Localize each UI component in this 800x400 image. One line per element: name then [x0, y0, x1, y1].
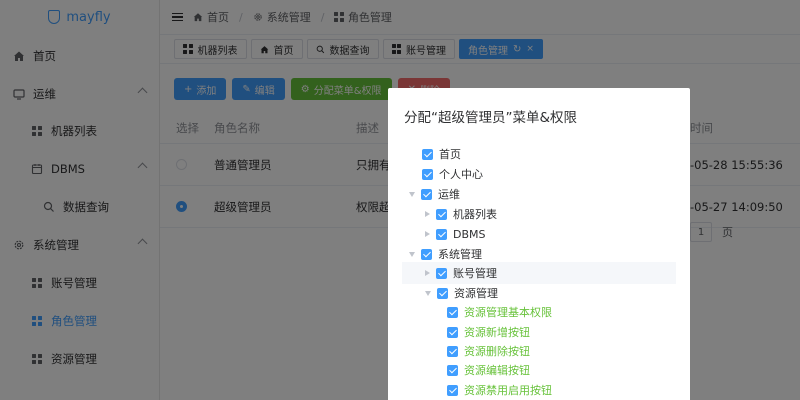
caret-right-icon[interactable]	[425, 231, 430, 237]
tree-label: 资源编辑按钮	[464, 364, 530, 377]
caret-right-icon[interactable]	[425, 211, 430, 217]
dialog-title: 分配“超级管理员”菜单&权限	[404, 110, 578, 126]
tree-checkbox[interactable]	[447, 326, 458, 338]
tree-checkbox[interactable]	[436, 228, 447, 240]
tree-node[interactable]: 资源编辑按钮	[402, 360, 676, 380]
caret-down-icon[interactable]	[409, 251, 415, 257]
tree-checkbox[interactable]	[436, 267, 447, 279]
tree-checkbox[interactable]	[422, 168, 433, 180]
caret-down-icon[interactable]	[409, 191, 415, 197]
tree-checkbox[interactable]	[437, 287, 448, 299]
tree-node[interactable]: 运维	[402, 184, 676, 204]
tree-checkbox[interactable]	[436, 208, 447, 220]
tree-node[interactable]: 资源删除按钮	[402, 341, 676, 361]
tree-label: 个人中心	[439, 168, 483, 181]
tree-node[interactable]: 资源新增按钮	[402, 322, 676, 342]
tree-node[interactable]: 资源禁用启用按钮	[402, 380, 676, 400]
tree-checkbox[interactable]	[421, 248, 432, 260]
tree-checkbox[interactable]	[421, 188, 432, 200]
tree-node[interactable]: 个人中心	[402, 164, 676, 184]
tree-checkbox[interactable]	[422, 148, 433, 160]
tree-label: 资源删除按钮	[464, 345, 530, 358]
tree-node[interactable]: 首页	[402, 144, 676, 164]
assign-permissions-dialog: 分配“超级管理员”菜单&权限 首页 个人中心 运维 机器列表 DBMS 系统管理…	[388, 88, 690, 400]
tree-node[interactable]: 资源管理	[402, 283, 676, 303]
tree-label: 运维	[438, 188, 460, 201]
tree-node[interactable]: DBMS	[402, 224, 676, 244]
tree-node[interactable]: 系统管理	[402, 244, 676, 264]
tree-node[interactable]: 账号管理	[402, 262, 676, 284]
caret-right-icon[interactable]	[425, 270, 430, 276]
tree-label: 账号管理	[453, 267, 497, 280]
tree-label: 首页	[439, 148, 461, 161]
tree-label: 机器列表	[453, 208, 497, 221]
tree-label: 系统管理	[438, 248, 482, 261]
caret-down-icon[interactable]	[425, 290, 431, 296]
tree-node[interactable]: 资源管理基本权限	[402, 302, 676, 322]
tree-label: 资源禁用启用按钮	[464, 384, 552, 397]
tree-label: 资源管理基本权限	[464, 306, 552, 319]
tree-checkbox[interactable]	[447, 306, 458, 318]
tree-checkbox[interactable]	[447, 345, 458, 357]
tree-label: DBMS	[453, 227, 486, 241]
tree-checkbox[interactable]	[447, 364, 458, 376]
tree-node[interactable]: 机器列表	[402, 204, 676, 224]
tree-label: 资源新增按钮	[464, 326, 530, 339]
tree-checkbox[interactable]	[447, 384, 458, 396]
tree-label: 资源管理	[454, 287, 498, 300]
